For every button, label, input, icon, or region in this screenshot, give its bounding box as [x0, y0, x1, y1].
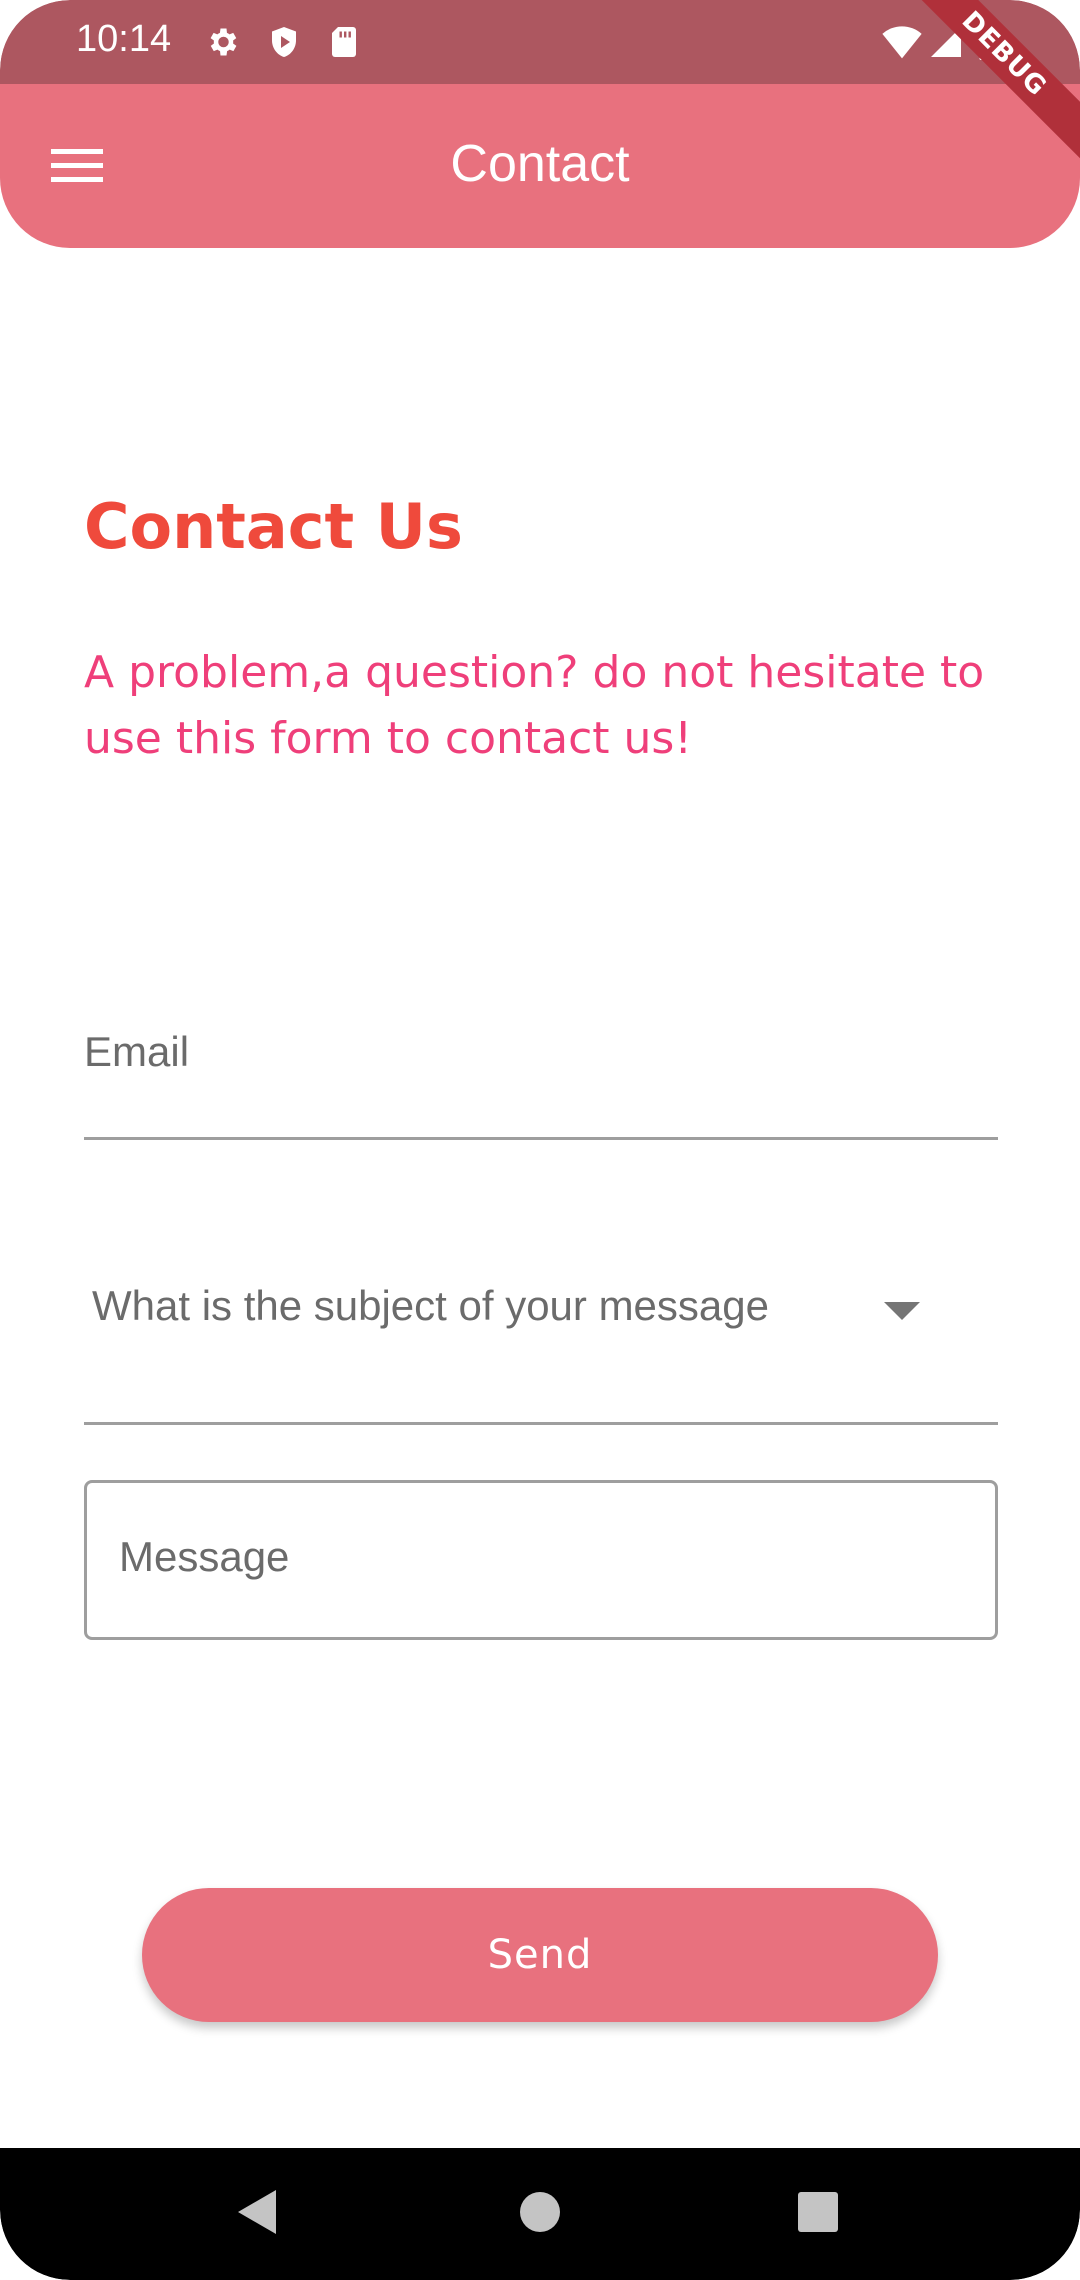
screen: 10:14 Contact DEBUG Contact Us A problem… — [0, 0, 1080, 2280]
send-button[interactable]: Send — [142, 1888, 938, 2022]
status-time: 10:14 — [76, 18, 172, 60]
settings-icon — [204, 24, 240, 60]
recents-button[interactable] — [782, 2178, 854, 2250]
email-placeholder: Email — [84, 1028, 190, 1075]
status-bar: 10:14 — [0, 0, 1080, 84]
page-heading: Contact Us — [84, 490, 463, 563]
subject-placeholder: What is the subject of your message — [92, 1282, 769, 1329]
recents-icon — [797, 2191, 839, 2238]
app-bar: Contact — [0, 84, 1080, 248]
message-placeholder: Message — [119, 1533, 290, 1580]
subject-dropdown[interactable]: What is the subject of your message — [84, 1240, 998, 1425]
back-button[interactable] — [222, 2178, 294, 2250]
back-icon — [236, 2188, 280, 2241]
dropdown-arrow-icon — [884, 1302, 920, 1320]
message-field[interactable]: Message — [84, 1480, 998, 1640]
home-button[interactable] — [504, 2178, 576, 2250]
home-icon — [518, 2190, 562, 2239]
app-title: Contact — [450, 135, 630, 193]
sd-card-icon — [326, 24, 362, 60]
navigation-bar — [0, 2148, 1080, 2280]
shield-play-icon — [266, 24, 302, 60]
wifi-icon — [882, 24, 922, 60]
email-field[interactable]: Email — [84, 1010, 998, 1140]
page-subtitle: A problem,a question? do not hesitate to… — [84, 647, 985, 764]
send-button-label: Send — [487, 1932, 593, 1978]
